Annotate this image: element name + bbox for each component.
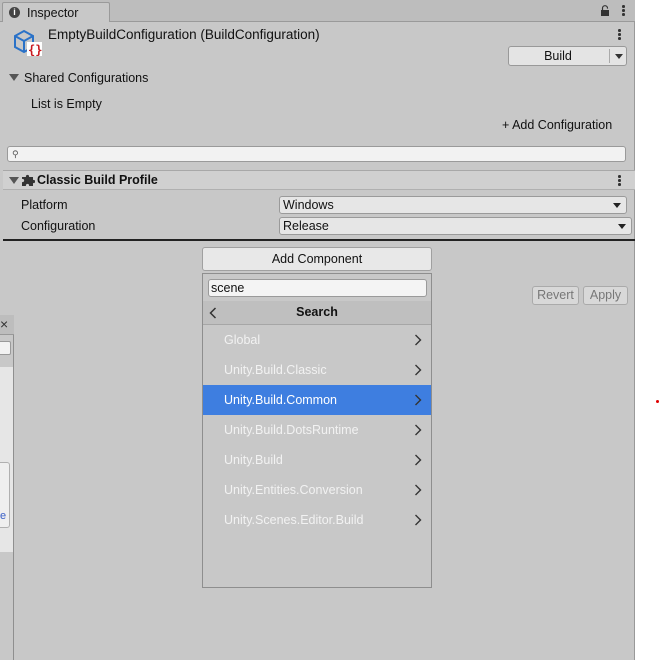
puzzle-icon — [22, 174, 35, 186]
list-item-label: Unity.Build.DotsRuntime — [224, 423, 359, 437]
side-window-fragment: × e — [0, 315, 14, 660]
lock-icon[interactable] — [600, 5, 610, 16]
list-item[interactable]: Unity.Build.DotsRuntime — [203, 415, 431, 445]
list-item-label: Unity.Scenes.Editor.Build — [224, 513, 364, 527]
info-icon: i — [9, 7, 20, 18]
close-icon[interactable]: × — [0, 316, 8, 332]
chevron-right-icon — [415, 364, 422, 376]
side-window-header: × — [0, 315, 14, 335]
component-title: Classic Build Profile — [37, 173, 158, 187]
chevron-right-icon — [415, 484, 422, 496]
popup-title: Search — [296, 305, 338, 319]
chevron-down-icon — [618, 224, 626, 229]
chevron-right-icon — [415, 424, 422, 436]
list-item[interactable]: Global — [203, 325, 431, 355]
configuration-value: Release — [283, 219, 329, 233]
add-configuration-button[interactable]: + Add Configuration — [502, 118, 612, 132]
list-item-label: Unity.Build.Classic — [224, 363, 327, 377]
side-window-link[interactable]: e — [0, 510, 6, 522]
window-menu-icon[interactable] — [622, 5, 626, 17]
inspector-search-field[interactable]: ⚲ — [7, 146, 626, 162]
add-component-popup: scene Search Global Unity.Build.Classic Un… — [202, 273, 432, 588]
platform-value: Windows — [283, 198, 334, 212]
red-marker — [656, 400, 659, 403]
build-dropdown-arrow-icon[interactable] — [615, 54, 623, 59]
list-item-label: Unity.Build.Common — [224, 393, 338, 407]
platform-label: Platform — [21, 198, 68, 212]
side-window-field[interactable] — [0, 341, 11, 355]
chevron-right-icon — [415, 394, 422, 406]
tab-label: Inspector — [27, 6, 79, 20]
chevron-right-icon — [415, 334, 422, 346]
chevron-down-icon — [613, 203, 621, 208]
section-divider — [3, 239, 635, 241]
list-item-label: Unity.Build — [224, 453, 283, 467]
tab-bar: i Inspector — [0, 0, 635, 22]
component-foldout-icon[interactable] — [9, 177, 19, 184]
build-button-label: Build — [544, 49, 572, 63]
list-item[interactable]: Unity.Entities.Conversion — [203, 475, 431, 505]
chevron-right-icon — [415, 514, 422, 526]
add-component-button[interactable]: Add Component — [202, 247, 432, 271]
list-item[interactable]: Unity.Scenes.Editor.Build — [203, 505, 431, 535]
build-configuration-asset-icon: {} — [14, 29, 42, 57]
component-menu-icon[interactable] — [618, 175, 622, 187]
shared-configurations-foldout-icon[interactable] — [9, 74, 19, 81]
build-button[interactable]: Build — [508, 46, 627, 66]
svg-text:{}: {} — [28, 43, 42, 57]
build-button-separator — [609, 49, 610, 63]
revert-button[interactable]: Revert — [532, 286, 579, 305]
list-empty-text: List is Empty — [31, 97, 102, 111]
list-item[interactable]: Unity.Build — [203, 445, 431, 475]
configuration-dropdown[interactable]: Release — [279, 217, 632, 235]
asset-menu-icon[interactable] — [618, 29, 622, 41]
configuration-label: Configuration — [21, 219, 96, 233]
asset-title: EmptyBuildConfiguration (BuildConfigurat… — [48, 27, 320, 42]
list-item[interactable]: Unity.Build.Classic — [203, 355, 431, 385]
component-search-input[interactable]: scene — [208, 279, 427, 297]
inspector-panel: i Inspector {} EmptyBuildConfiguration (… — [0, 0, 635, 660]
chevron-right-icon — [415, 454, 422, 466]
search-icon: ⚲ — [12, 149, 19, 159]
list-item[interactable]: Unity.Build.Common — [203, 385, 431, 415]
list-item-label: Unity.Entities.Conversion — [224, 483, 363, 497]
apply-button[interactable]: Apply — [583, 286, 628, 305]
tab-inspector[interactable]: i Inspector — [2, 2, 110, 22]
shared-configurations-label[interactable]: Shared Configurations — [24, 71, 148, 85]
popup-header: Search — [203, 301, 431, 325]
list-item-label: Global — [224, 333, 261, 347]
platform-dropdown[interactable]: Windows — [279, 196, 627, 214]
